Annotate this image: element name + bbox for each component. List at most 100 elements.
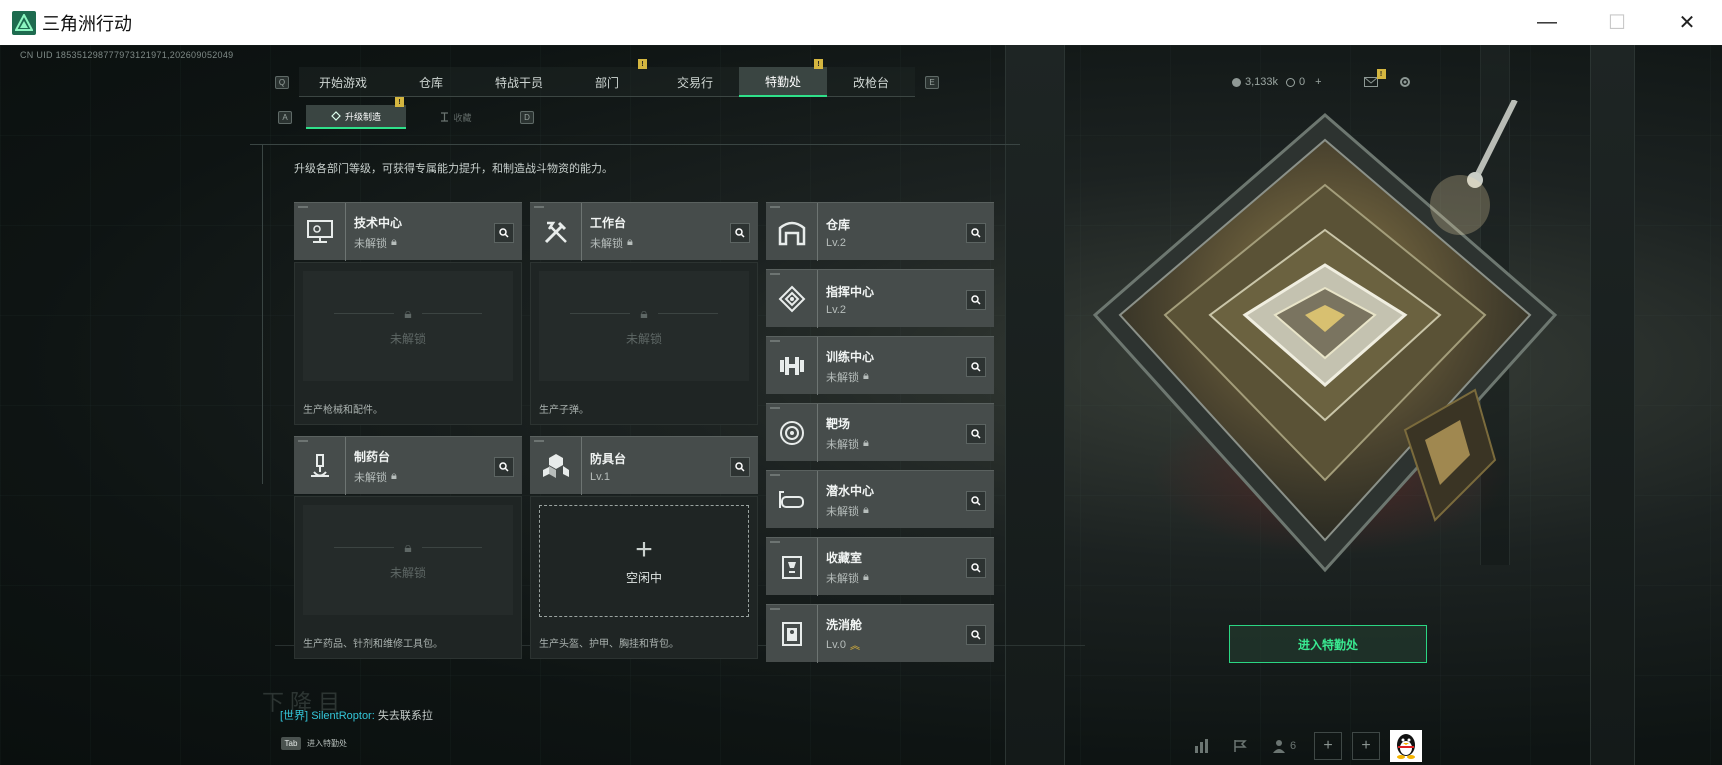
idle-slot-button[interactable]: + 空闲中 — [539, 505, 749, 617]
nav-tabs: 开始游戏 仓库 特战干员 部门! 交易行 特勤处! 改枪台 — [299, 59, 915, 97]
station-card-tech-center[interactable]: 技术中心 未解锁 🔒︎ — [294, 202, 522, 261]
nav-key-right: E — [925, 75, 939, 89]
facility-card-diving-center[interactable]: 潜水中心 未解锁 🔒︎ — [766, 470, 994, 529]
tab-key: Tab — [281, 737, 301, 750]
facility-card-training-center[interactable]: 训练中心 未解锁 🔒︎ — [766, 336, 994, 395]
tab-label: 特战干员 — [494, 75, 543, 90]
inspect-button[interactable] — [494, 223, 514, 243]
facility-card-shooting-range[interactable]: 靶场 未解锁 🔒︎ — [766, 403, 994, 462]
close-button[interactable]: ✕ — [1652, 0, 1722, 45]
search-icon — [971, 295, 981, 305]
friends-button[interactable]: 6 — [1264, 732, 1304, 760]
facility-card-collection-room[interactable]: 收藏室 未解锁 🔒︎ — [766, 537, 994, 596]
sub-nav: A 升级制造 ! 收藏 D — [278, 97, 534, 129]
tab-special-ops[interactable]: 特勤处! — [739, 59, 827, 97]
inspect-button[interactable] — [966, 424, 986, 444]
command-center-icon — [766, 270, 818, 328]
minimize-button[interactable]: — — [1512, 0, 1582, 45]
settings-button[interactable] — [1398, 75, 1412, 89]
friends-icon — [1272, 740, 1285, 753]
search-icon — [735, 228, 745, 238]
tab-start-game[interactable]: 开始游戏 — [299, 67, 387, 97]
station-name: 防具台 — [590, 451, 627, 466]
add-coins-button[interactable]: + — [1315, 76, 1321, 88]
production-slot[interactable]: 🔒︎ 未解锁 生产药品、针剂和维修工具包。 — [294, 496, 522, 659]
facility-name: 仓库 — [826, 217, 851, 232]
production-slot[interactable]: 🔒︎ 未解锁 生产子弹。 — [530, 262, 758, 425]
add-friend-slot[interactable]: + — [1314, 732, 1342, 760]
lock-icon: 🔒︎ — [863, 571, 869, 583]
tab-label: 收藏 — [453, 112, 472, 123]
tab-department[interactable]: 部门! — [563, 59, 651, 97]
facility-name: 收藏室 — [826, 550, 863, 565]
inspect-button[interactable] — [966, 625, 986, 645]
facility-card-decon-chamber[interactable]: 洗消舱 Lv.0 ︽ — [766, 604, 994, 663]
tab-gunsmith[interactable]: 改枪台 — [827, 67, 915, 97]
coins-value: 0 — [1299, 76, 1306, 88]
tab-operators[interactable]: 特战干员 — [475, 67, 563, 97]
frame-line — [250, 144, 1020, 145]
facility-card-warehouse[interactable]: 仓库 Lv.2 — [766, 202, 994, 261]
maximize-button[interactable]: ☐ — [1582, 0, 1652, 45]
game-viewport: CN UID 185351298777973121971,20260905204… — [0, 45, 1722, 765]
add-friend-slot[interactable]: + — [1352, 732, 1380, 760]
qq-avatar[interactable] — [1390, 730, 1422, 762]
tab-label: 改枪台 — [852, 75, 889, 90]
upgrade-icon — [331, 111, 341, 121]
slot-description: 生产头盔、护甲、胸挂和背包。 — [539, 639, 679, 650]
stats-button[interactable] — [1188, 732, 1216, 760]
station-status: 未解锁 — [354, 237, 387, 250]
tab-label: 部门 — [594, 75, 619, 90]
tab-upgrade-craft[interactable]: 升级制造 ! — [306, 97, 406, 129]
game-window: 三角洲行动 — ☐ ✕ CN UID 185351298777973121971… — [0, 0, 1722, 765]
monitor-icon — [294, 203, 346, 261]
inspect-button[interactable] — [966, 290, 986, 310]
tab-label: 仓库 — [418, 75, 443, 90]
slot-description: 生产药品、针剂和维修工具包。 — [303, 639, 443, 650]
station-card-pharmacy[interactable]: 制药台 未解锁 🔒︎ — [294, 436, 522, 495]
facility-level: Lv.2 — [826, 303, 846, 316]
search-icon — [971, 496, 981, 506]
facility-name: 潜水中心 — [826, 483, 875, 498]
inspect-button[interactable] — [966, 357, 986, 377]
inspect-button[interactable] — [494, 457, 514, 477]
enter-special-ops-button[interactable]: 进入特勤处 — [1229, 625, 1427, 663]
flag-icon — [1234, 740, 1247, 752]
background-pillar — [1005, 45, 1065, 765]
production-slot[interactable]: 🔒︎ 未解锁 生产枪械和配件。 — [294, 262, 522, 425]
facility-level: Lv.0 — [826, 638, 846, 651]
subnav-key-left: A — [278, 110, 292, 124]
mail-button[interactable]: ! — [1363, 69, 1386, 87]
currency-hud: 3,133k 0 + ! — [1232, 67, 1412, 97]
tab-trading[interactable]: 交易行 — [651, 67, 739, 97]
tab-warehouse[interactable]: 仓库 — [387, 67, 475, 97]
coin-icon — [1232, 77, 1241, 87]
slot-status: 未解锁 — [389, 566, 426, 580]
production-slot[interactable]: + 空闲中 生产头盔、护甲、胸挂和背包。 — [530, 496, 758, 659]
window-title: 三角洲行动 — [42, 13, 132, 34]
inspect-button[interactable] — [966, 223, 986, 243]
chat-message: 失去联系拉 — [374, 710, 433, 722]
frame-line — [262, 144, 263, 484]
facility-status: 未解锁 — [826, 572, 859, 585]
tab-collection[interactable]: 收藏 — [406, 105, 506, 129]
station-card-workbench[interactable]: 工作台 未解锁 🔒︎ — [530, 202, 758, 261]
station-card-armor-bench[interactable]: 防具台 Lv.1 — [530, 436, 758, 495]
subnav-key-right: D — [520, 110, 534, 124]
bottom-toolbar: 6 + + — [1188, 730, 1422, 762]
token-icon — [1286, 77, 1296, 87]
inspect-button[interactable] — [966, 491, 986, 511]
inspect-button[interactable] — [966, 558, 986, 578]
tab-hint[interactable]: Tab 进入特勤处 — [281, 737, 347, 750]
chat-user: SilentRoptor: — [311, 710, 375, 722]
search-icon — [971, 630, 981, 640]
friends-count: 6 — [1289, 740, 1297, 752]
slot-status: 空闲中 — [625, 570, 662, 585]
inspect-button[interactable] — [730, 457, 750, 477]
inspect-button[interactable] — [730, 223, 750, 243]
trophy-case-icon — [766, 538, 818, 596]
flag-button[interactable] — [1226, 732, 1254, 760]
chat-line[interactable]: [世界] SilentRoptor: 失去联系拉 — [280, 707, 433, 723]
facility-card-command-center[interactable]: 指挥中心 Lv.2 — [766, 269, 994, 328]
coins-display[interactable]: 0 + — [1286, 76, 1322, 88]
